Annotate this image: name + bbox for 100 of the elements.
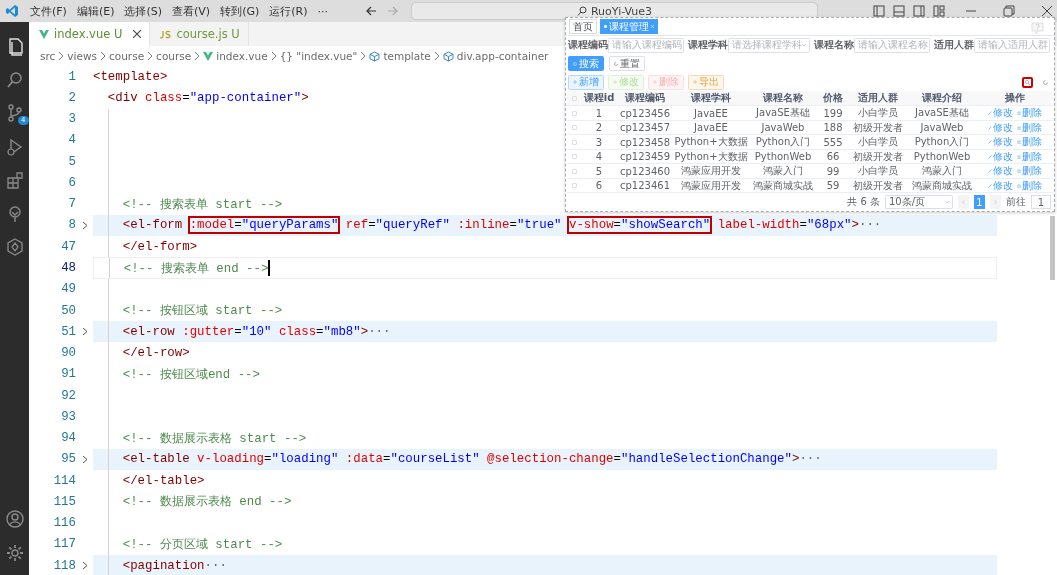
- edit-link[interactable]: 修改: [988, 106, 1013, 121]
- menu-item[interactable]: 运行(R): [264, 3, 313, 19]
- table-cell: JavaWeb: [749, 120, 817, 136]
- table-cell: cp123460: [617, 164, 673, 179]
- menu-item[interactable]: ···: [312, 4, 333, 18]
- delete-link[interactable]: 删除: [1017, 120, 1042, 135]
- editor-tab[interactable]: course.js U: [150, 22, 249, 46]
- select-field[interactable]: 请选择课程学科: [728, 37, 810, 53]
- plus-icon: [573, 80, 577, 85]
- table-cell: 小白学员: [849, 106, 907, 121]
- line-number: 115: [52, 494, 76, 509]
- reset-button[interactable]: 重置: [609, 56, 645, 72]
- scrollbar[interactable]: [1050, 216, 1055, 280]
- chevron-right-icon[interactable]: [81, 561, 88, 571]
- add-button[interactable]: 新增: [568, 74, 604, 90]
- delete-link[interactable]: 删除: [1017, 106, 1042, 121]
- field-label: 适用人群: [934, 38, 974, 53]
- edit-link[interactable]: 修改: [988, 164, 1013, 179]
- page-number[interactable]: 1: [974, 195, 985, 210]
- account-icon[interactable]: [4, 509, 25, 530]
- layout-grid-icon[interactable]: [933, 5, 945, 17]
- line-number: 7: [67, 197, 76, 212]
- line-number: 117: [52, 537, 76, 552]
- pencil-icon: [988, 111, 992, 116]
- checkbox[interactable]: [571, 154, 577, 160]
- menu-item[interactable]: 编辑(E): [71, 3, 120, 19]
- breadcrumb-item[interactable]: div.app-container: [442, 50, 549, 62]
- breadcrumb-item[interactable]: src: [40, 50, 56, 62]
- line-number: 49: [60, 282, 76, 297]
- search-button[interactable]: 搜索: [568, 56, 604, 72]
- input-field[interactable]: 请输入适用人群: [974, 37, 1050, 53]
- breadcrumb-item[interactable]: template: [369, 50, 431, 62]
- delete-link[interactable]: 删除: [1017, 178, 1042, 193]
- edit-link[interactable]: 修改: [988, 135, 1013, 150]
- page-size-select[interactable]: 10条/页: [885, 195, 953, 210]
- chevron-right-icon: [270, 52, 277, 60]
- play-icon[interactable]: [4, 136, 25, 157]
- code-line: <!-- 按钮区域end -->: [121, 366, 260, 383]
- code-line: <!-- 按钮区域 start -->: [121, 303, 283, 320]
- js-file-icon: [160, 29, 172, 39]
- line-number: 118: [52, 558, 76, 573]
- checkbox[interactable]: [571, 110, 577, 116]
- menu-item[interactable]: 转到(G): [215, 3, 265, 19]
- text-cursor: [268, 260, 270, 276]
- trash-icon: [1017, 125, 1021, 130]
- back-arrow-icon[interactable]: [365, 5, 377, 17]
- chevron-right-icon[interactable]: [81, 327, 88, 337]
- split-layout-icon[interactable]: [913, 5, 925, 17]
- table-cell: 188: [817, 120, 849, 136]
- checkbox[interactable]: [571, 183, 577, 189]
- line-number: 92: [60, 388, 76, 403]
- menu-item[interactable]: 选择(S): [119, 3, 168, 19]
- close-icon[interactable]: [1041, 5, 1053, 17]
- input-field[interactable]: 请输入课程名称: [854, 37, 930, 53]
- hexagon-icon[interactable]: [4, 237, 25, 257]
- sidebar-layout-icon[interactable]: [873, 5, 885, 17]
- search-icon[interactable]: [4, 69, 25, 90]
- page-input[interactable]: 1: [1031, 195, 1051, 210]
- settings-icon[interactable]: [4, 542, 25, 563]
- input-field[interactable]: 请输入课程编码: [608, 37, 684, 53]
- chevron-right-icon[interactable]: [81, 221, 88, 230]
- breadcrumb-item[interactable]: {} "index.vue": [279, 50, 358, 62]
- delete-link[interactable]: 删除: [1017, 164, 1042, 179]
- edit-link[interactable]: 修改: [988, 120, 1013, 135]
- breadcrumb-item[interactable]: course: [109, 50, 145, 62]
- edit-link[interactable]: 修改: [988, 149, 1013, 164]
- checkbox[interactable]: [571, 139, 577, 145]
- export-button[interactable]: 导出: [688, 74, 724, 90]
- line-number: 4: [67, 133, 76, 148]
- table-cell: 6: [581, 178, 617, 194]
- chevron-right-icon: [194, 52, 201, 60]
- code-line: <!-- 数据展示表格 start -->: [121, 430, 307, 447]
- breadcrumb-item[interactable]: views: [67, 50, 97, 62]
- code-line: <pagination···: [121, 558, 227, 573]
- checkbox[interactable]: [571, 168, 577, 174]
- delete-link[interactable]: 删除: [1017, 149, 1042, 164]
- breadcrumb-item[interactable]: index.vue: [203, 50, 268, 62]
- table-cell: 鸿蒙商城实战: [749, 178, 817, 194]
- table-cell: cp123456: [617, 106, 673, 121]
- edit-link[interactable]: 修改: [988, 178, 1013, 193]
- chevron-right-icon[interactable]: [81, 454, 88, 464]
- editor-tab[interactable]: index.vue U: [29, 22, 151, 46]
- page-tab[interactable]: 课程管理: [600, 18, 658, 34]
- command-search-field[interactable]: RuoYi-Vue3: [411, 2, 818, 20]
- checkbox[interactable]: [571, 125, 577, 131]
- checkbox[interactable]: [571, 95, 577, 101]
- table-cell: 59: [817, 178, 849, 194]
- delete-link[interactable]: 删除: [1017, 135, 1042, 150]
- page-tab[interactable]: 首页: [569, 18, 597, 34]
- blocks-icon[interactable]: [4, 170, 25, 190]
- code-line: </el-form>: [121, 239, 198, 254]
- code-line: <template>: [93, 69, 168, 84]
- menu-item[interactable]: 查看(V): [167, 3, 216, 19]
- menu-item[interactable]: 文件(F): [25, 3, 72, 19]
- line-number: 48: [60, 261, 76, 275]
- panel-layout-icon[interactable]: [893, 5, 905, 17]
- table-cell: 555: [817, 135, 849, 150]
- close-icon[interactable]: [133, 30, 142, 38]
- breadcrumb-item[interactable]: course: [156, 50, 192, 62]
- restore-icon[interactable]: [1003, 5, 1015, 17]
